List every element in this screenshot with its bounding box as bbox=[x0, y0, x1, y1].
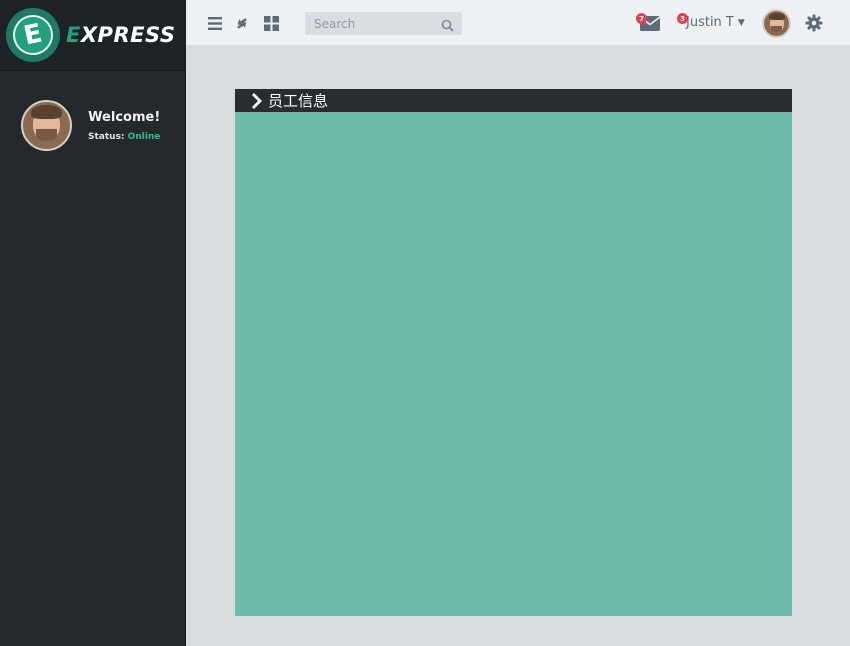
avatar-beard bbox=[36, 129, 57, 142]
refresh-icon[interactable] bbox=[233, 14, 251, 32]
avatar-hair bbox=[768, 12, 785, 20]
brand-name-first: E bbox=[66, 23, 81, 47]
panel-header: 员工信息 bbox=[235, 89, 792, 112]
brand[interactable]: E EXPRESS bbox=[0, 0, 185, 70]
panel-title: 员工信息 bbox=[268, 92, 329, 110]
chevron-right-icon bbox=[252, 92, 262, 109]
menu-icon[interactable] bbox=[206, 14, 224, 32]
status-label: Status: bbox=[88, 131, 125, 142]
user-name: Justin T bbox=[686, 15, 734, 30]
sidebar: E EXPRESS Welcome! Status: Online bbox=[0, 0, 186, 646]
welcome-text: Welcome! bbox=[88, 109, 161, 125]
chevron-down-icon: ▼ bbox=[737, 17, 745, 28]
status-line: Status: Online bbox=[88, 132, 160, 142]
gear-icon[interactable] bbox=[805, 14, 823, 32]
avatar-small[interactable] bbox=[762, 9, 791, 38]
employee-info-panel: 员工信息 bbox=[235, 89, 792, 616]
brand-logo-letter: E bbox=[9, 11, 57, 59]
panel-body bbox=[235, 112, 792, 616]
brand-name-rest: XPRESS bbox=[80, 23, 176, 47]
search-box bbox=[305, 12, 462, 35]
search-icon[interactable] bbox=[441, 17, 454, 32]
search-input[interactable] bbox=[314, 16, 434, 31]
user-profile: Welcome! Status: Online bbox=[0, 70, 185, 151]
avatar-beard bbox=[771, 25, 782, 32]
brand-name: EXPRESS bbox=[66, 23, 175, 47]
topbar: 7 3 Justin T ▼ bbox=[186, 0, 850, 46]
mail-count-badge: 7 bbox=[636, 13, 647, 24]
profile-info: Welcome! Status: Online bbox=[88, 110, 160, 142]
status-value: Online bbox=[127, 131, 161, 142]
grid-icon[interactable] bbox=[262, 14, 280, 32]
avatar-hair bbox=[31, 104, 62, 119]
brand-logo: E bbox=[6, 8, 60, 62]
avatar[interactable] bbox=[21, 100, 72, 151]
user-menu[interactable]: Justin T ▼ bbox=[686, 15, 745, 30]
